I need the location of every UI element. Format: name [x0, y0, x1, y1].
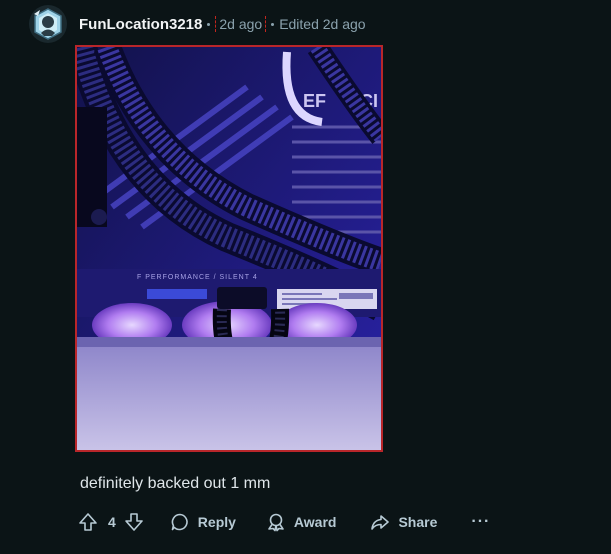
vote-group: 4 — [78, 512, 144, 532]
award-icon — [268, 513, 284, 532]
more-options-button[interactable]: ··· — [471, 513, 490, 531]
avatar[interactable] — [28, 4, 68, 44]
cooler-text-ef: EF — [303, 91, 326, 111]
comment-actions: 4 Reply Award Share ··· — [78, 509, 490, 535]
avatar-icon — [29, 5, 67, 43]
edited-time: Edited 2d ago — [279, 16, 366, 32]
photo-pc-internals: EF CI F PERFORMANCE / SILENT 4 — [77, 47, 381, 450]
upvote-icon — [79, 513, 97, 531]
posted-time[interactable]: 2d ago — [215, 16, 267, 32]
share-icon — [371, 515, 390, 530]
award-button[interactable]: Award — [266, 512, 337, 532]
comment-bubble-icon — [171, 513, 188, 531]
comment-body: definitely backed out 1 mm — [80, 475, 271, 492]
separator-dot — [207, 22, 211, 26]
author-username[interactable]: FunLocation3218 — [79, 16, 202, 33]
vote-score: 4 — [108, 514, 116, 530]
share-label: Share — [398, 514, 438, 530]
downvote-button[interactable] — [124, 512, 144, 532]
comment: FunLocation3218 2d ago Edited 2d ago EF … — [0, 0, 611, 554]
reply-label: Reply — [197, 514, 236, 530]
comment-header: FunLocation3218 2d ago Edited 2d ago — [28, 4, 366, 44]
gpu-label: F PERFORMANCE / SILENT 4 — [137, 274, 258, 281]
award-label: Award — [293, 514, 337, 530]
comment-image[interactable]: EF CI F PERFORMANCE / SILENT 4 — [75, 45, 383, 452]
separator-dot — [271, 22, 275, 26]
upvote-button[interactable] — [78, 512, 98, 532]
downvote-icon — [124, 513, 143, 531]
share-button[interactable]: Share — [370, 512, 437, 532]
comment-meta: 2d ago Edited 2d ago — [202, 16, 366, 32]
reply-button[interactable]: Reply — [170, 512, 236, 532]
